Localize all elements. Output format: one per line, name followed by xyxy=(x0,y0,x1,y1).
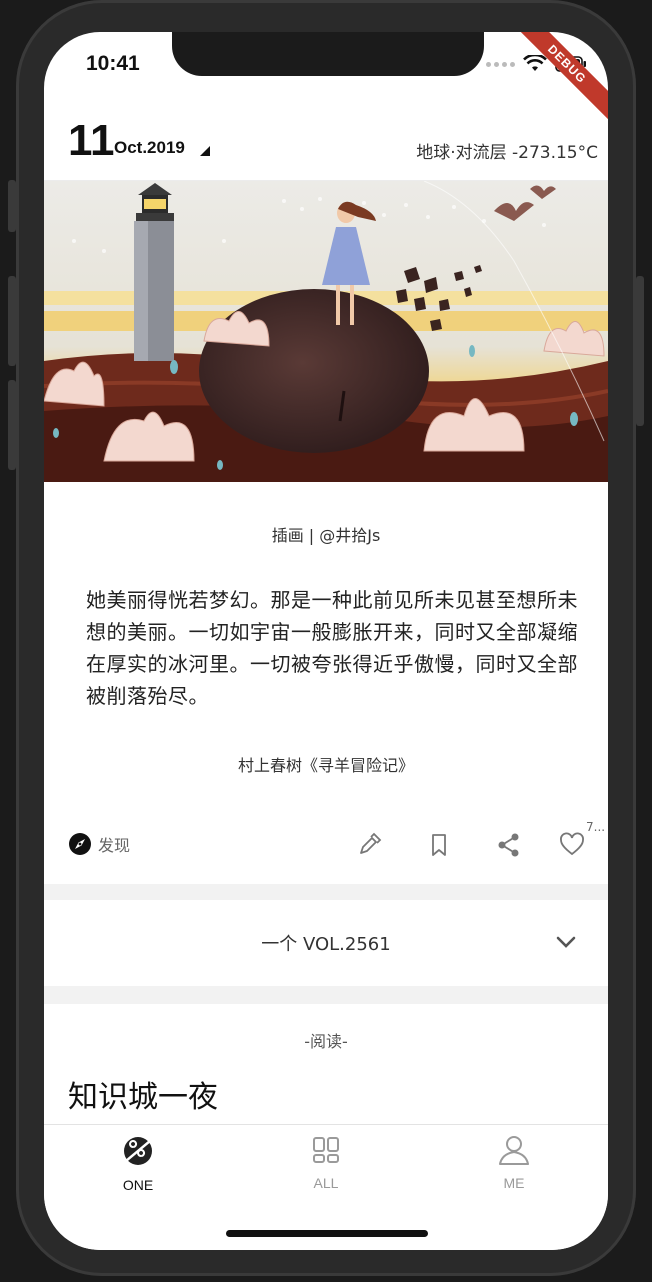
card-actions: 发现 7... xyxy=(44,820,608,868)
reading-tag: -阅读- xyxy=(304,1032,348,1051)
volume-up-button xyxy=(8,276,16,366)
tab-all[interactable]: ALL xyxy=(266,1135,386,1191)
section-divider xyxy=(44,986,608,1004)
pen-icon[interactable] xyxy=(356,832,382,858)
share-icon[interactable] xyxy=(496,832,522,858)
compass-icon xyxy=(69,833,91,855)
illustration-credit: 插画 | @井拾Js xyxy=(271,526,381,545)
date-header: 11 Oct.2019 地球·对流层 -273.15°C xyxy=(44,114,608,181)
illustration-art xyxy=(44,181,608,482)
date-day: 11 xyxy=(68,116,115,165)
tab-one[interactable]: ONE xyxy=(78,1135,198,1193)
chevron-down-icon[interactable] xyxy=(554,934,578,950)
bookmark-icon[interactable] xyxy=(426,832,452,858)
app-screen: 10:41 DEBUG 11 Oct.2019 地球·对流层 -273.15°C xyxy=(44,32,608,1250)
mute-switch xyxy=(8,180,16,232)
grid-icon xyxy=(313,1137,339,1163)
tab-all-label: ALL xyxy=(313,1175,339,1191)
reading-title[interactable]: 知识城一夜 xyxy=(68,1072,218,1116)
status-time: 10:41 xyxy=(86,52,140,75)
quote-text: 她美丽得恍若梦幻。那是一种此前见所未见甚至想所未想的美丽。一切如宇宙一般膨胀开来… xyxy=(86,588,578,708)
tab-me-label: ME xyxy=(503,1175,525,1191)
home-indicator[interactable] xyxy=(226,1230,428,1237)
quote-source: 村上春树《寻羊冒险记》 xyxy=(237,756,414,775)
person-icon xyxy=(499,1136,529,1165)
dropdown-triangle-icon[interactable] xyxy=(200,146,210,156)
weather-text: 地球·对流层 -273.15°C xyxy=(416,143,598,163)
discover-label: 发现 xyxy=(98,836,131,855)
date-month[interactable]: Oct.2019 xyxy=(114,138,185,158)
volume-down-button xyxy=(8,380,16,470)
tab-me[interactable]: ME xyxy=(454,1135,574,1191)
one-icon xyxy=(124,1137,152,1165)
power-button xyxy=(636,276,644,426)
like-count: 7... xyxy=(586,820,606,834)
illustration-image[interactable] xyxy=(44,181,608,482)
heart-icon[interactable] xyxy=(559,832,585,858)
volume-selector[interactable]: 一个 VOL.2561 xyxy=(44,900,608,986)
signal-icon xyxy=(486,61,515,67)
discover-button[interactable]: 发现 xyxy=(68,832,130,856)
volume-label: 一个 VOL.2561 xyxy=(261,934,391,955)
wifi-icon xyxy=(523,55,547,71)
tab-one-label: ONE xyxy=(122,1177,154,1193)
notch xyxy=(172,32,484,76)
section-divider xyxy=(44,884,608,900)
